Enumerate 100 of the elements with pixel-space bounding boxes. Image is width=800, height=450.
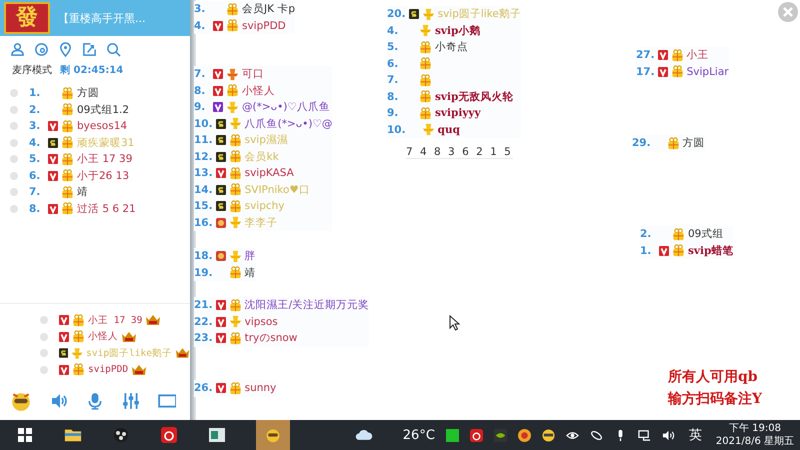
queue-number: 27. — [636, 49, 655, 62]
user-name[interactable]: sunny — [244, 382, 276, 394]
radio-dot[interactable] — [40, 316, 48, 324]
search-icon[interactable] — [106, 42, 121, 57]
queue-number: 8. — [387, 90, 400, 103]
radio-dot[interactable] — [10, 138, 18, 147]
mascot-icon[interactable] — [264, 427, 282, 443]
queue-number: 7. — [387, 74, 400, 86]
radio-dot[interactable] — [10, 122, 18, 130]
vip-badge-icon — [658, 50, 668, 60]
user-name[interactable]: 方圆 — [77, 86, 99, 100]
gift-icon — [61, 103, 74, 116]
gift-icon — [419, 40, 432, 54]
input-method-indicator[interactable]: 英 — [688, 426, 702, 444]
network-icon[interactable] — [638, 428, 651, 442]
queue-number: 17. — [636, 66, 655, 78]
radio-dot[interactable] — [10, 155, 18, 164]
location-icon[interactable] — [58, 42, 73, 57]
windows-start-icon[interactable] — [16, 427, 34, 443]
user-name[interactable]: 可口 — [242, 67, 264, 82]
user-name[interactable]: vipsos — [244, 316, 278, 328]
member-badge-icon — [58, 348, 68, 358]
user-name[interactable]: 小王 — [686, 48, 709, 62]
user-name[interactable]: 胖 — [244, 249, 256, 264]
gift-icon — [666, 136, 680, 150]
vip-badge-icon — [216, 168, 226, 178]
queue-number: 6. — [387, 58, 400, 70]
speaker-icon[interactable] — [662, 428, 675, 442]
gift-icon — [672, 228, 685, 241]
radio-dot[interactable] — [10, 89, 18, 98]
user-name[interactable]: 沈阳濕王/关注近期万元奖 — [244, 298, 370, 312]
active-app-tab[interactable] — [256, 420, 290, 450]
queue-number: 15. — [194, 200, 213, 212]
graphics-app-icon[interactable] — [494, 428, 507, 442]
user-name[interactable]: 会员JK 卡p — [242, 2, 295, 16]
user-name[interactable]: 小怪人 — [88, 330, 118, 344]
user-name[interactable]: 小奇点 — [435, 40, 468, 54]
user-name[interactable]: 靖 — [244, 266, 256, 280]
user-name[interactable]: 八爪鱼(*>ᴗ•)♡@ — [244, 116, 332, 131]
radio-dot[interactable] — [10, 204, 18, 213]
radio-dot[interactable] — [40, 332, 48, 341]
radio-dot[interactable] — [40, 366, 48, 374]
crown-icon — [131, 364, 148, 376]
queue-number: 1. — [29, 87, 42, 100]
user-name[interactable]: 小王 17 39 — [77, 152, 132, 166]
weather-temperature[interactable]: 26°C — [402, 428, 435, 442]
user-name[interactable]: svipPDD — [88, 364, 128, 376]
user-name[interactable]: 09式组 — [688, 227, 724, 242]
crown-icon — [145, 314, 162, 326]
queue-number: 18. — [194, 250, 213, 262]
user-name[interactable]: quq — [438, 124, 460, 136]
user-name[interactable]: 09式组1.2 — [77, 102, 130, 117]
window-app-icon[interactable] — [208, 427, 226, 443]
music-app-icon[interactable] — [160, 427, 178, 443]
radio-dot[interactable] — [10, 106, 18, 114]
music-app-icon[interactable] — [470, 428, 483, 442]
cloud-icon — [354, 427, 373, 443]
user-name[interactable]: 过活 5 6 21 — [77, 202, 136, 216]
queue-number: 9. — [387, 107, 400, 120]
user-name[interactable]: 小于26 13 — [77, 168, 130, 183]
gift-icon — [61, 86, 74, 100]
gift-icon — [228, 150, 242, 164]
user-name[interactable]: 小怪人 — [242, 84, 275, 98]
screen-icon[interactable] — [158, 392, 176, 410]
mascot-icon[interactable] — [542, 428, 555, 442]
vip-badge-icon — [59, 364, 69, 375]
member-badge-icon — [216, 135, 226, 146]
user-name[interactable]: tryのsnow — [244, 331, 298, 346]
equalizer-icon[interactable] — [122, 392, 140, 410]
user-name[interactable]: byesos14 — [77, 120, 128, 132]
queue-number: 10. — [194, 118, 213, 130]
user-name[interactable]: svip无敌风火轮 — [435, 90, 514, 104]
user-name[interactable]: svip小鹅 — [435, 24, 480, 38]
folder-icon[interactable] — [64, 427, 82, 443]
radio-dot[interactable] — [10, 172, 18, 180]
gift-icon — [670, 65, 684, 78]
gift-icon — [72, 330, 85, 344]
user-name[interactable]: svipKASA — [244, 167, 294, 180]
user-name[interactable]: 方圆 — [682, 136, 705, 150]
radio-dot[interactable] — [40, 349, 48, 358]
user-name[interactable]: svipPDD — [242, 20, 286, 32]
user-name[interactable]: svip蜡笔 — [688, 244, 734, 258]
queue-number: 7. — [29, 186, 42, 198]
share-icon[interactable] — [82, 42, 97, 57]
vip-badge-icon — [48, 170, 58, 181]
user-name[interactable]: svipiyyy — [435, 107, 481, 120]
gift-icon — [61, 136, 74, 150]
user-name[interactable]: 小王 17 39 — [88, 314, 142, 327]
vip-badge-icon — [659, 246, 669, 256]
radio-dot[interactable] — [10, 188, 18, 196]
user-name[interactable]: SvipLiar — [686, 66, 729, 78]
vip-badge-icon — [216, 316, 226, 327]
gift-icon — [61, 120, 74, 133]
user-name[interactable]: @(*>ᴗ•)♡八爪鱼 — [242, 100, 330, 114]
taskbar-clock[interactable]: 下午 19:08 2021/8/6 星期五 — [716, 422, 794, 448]
queue-number: 4. — [194, 20, 206, 32]
users-icon[interactable] — [10, 42, 25, 57]
user-name[interactable]: 靖 — [77, 185, 88, 200]
queue-number: 13. — [194, 167, 213, 180]
vip-badge-icon — [213, 86, 223, 96]
